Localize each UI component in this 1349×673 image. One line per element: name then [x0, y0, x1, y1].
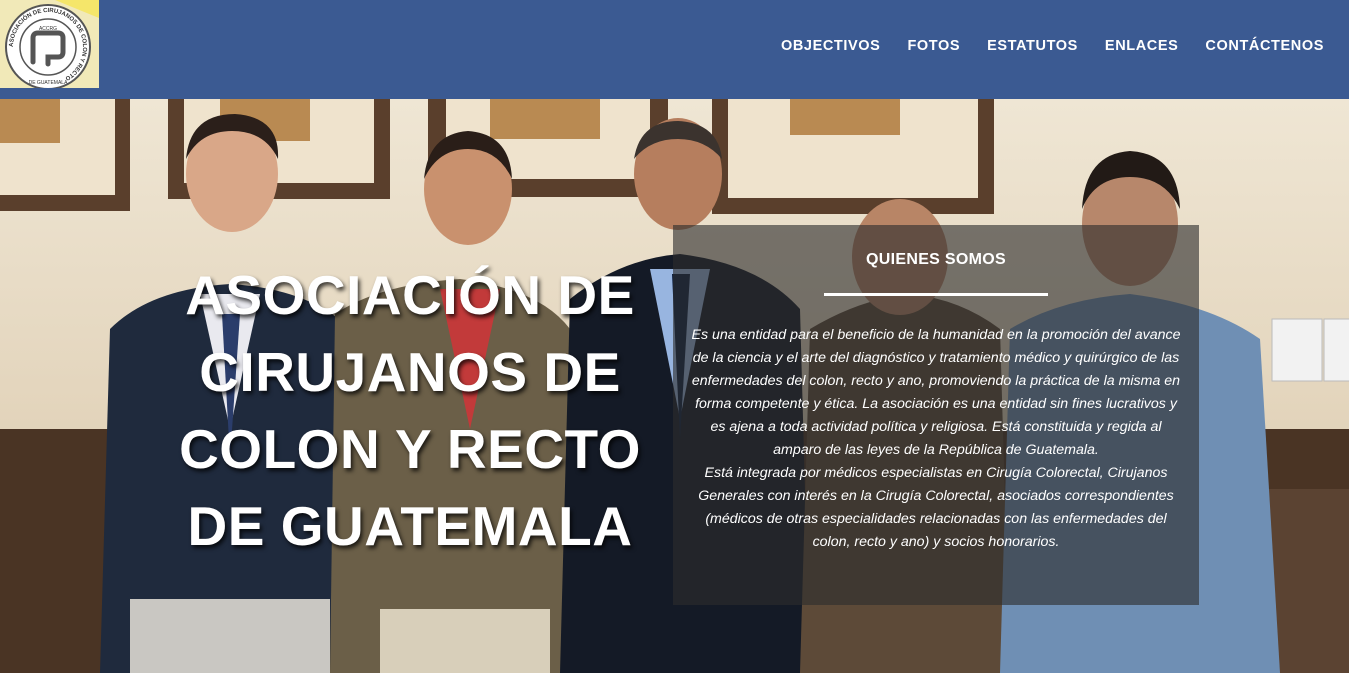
info-title: QUIENES SOMOS	[866, 251, 1006, 268]
hero-section: ASOCIACIÓN DE CIRUJANOS DE COLON Y RECTO…	[0, 99, 1349, 673]
hero-title-line: DE GUATEMALA	[187, 495, 633, 557]
nav-estatutos[interactable]: ESTATUTOS	[987, 38, 1078, 54]
nav-objectivos[interactable]: OBJECTIVOS	[781, 38, 880, 54]
nav-contactenos[interactable]: CONTÁCTENOS	[1205, 38, 1324, 54]
site-header: ASOCIACIÓN DE CIRUJANOS DE COLON Y RECTO…	[0, 0, 1349, 99]
info-paragraph: Es una entidad para el beneficio de la h…	[691, 327, 1181, 458]
hero-title: ASOCIACIÓN DE CIRUJANOS DE COLON Y RECTO…	[160, 257, 660, 565]
association-logo[interactable]: ASOCIACIÓN DE CIRUJANOS DE COLON Y RECTO…	[0, 0, 99, 88]
info-text: Es una entidad para el beneficio de la h…	[691, 324, 1181, 554]
main-nav: OBJECTIVOS FOTOS ESTATUTOS ENLACES CONTÁ…	[781, 38, 1324, 54]
quienes-somos-box: QUIENES SOMOS Es una entidad para el ben…	[673, 225, 1199, 605]
hero-title-line: COLON Y RECTO	[179, 418, 641, 480]
nav-enlaces[interactable]: ENLACES	[1105, 38, 1179, 54]
nav-fotos[interactable]: FOTOS	[907, 38, 960, 54]
title-divider	[824, 293, 1048, 296]
info-paragraph: Está integrada por médicos especialistas…	[698, 465, 1174, 550]
hero-title-line: ASOCIACIÓN DE	[185, 264, 635, 326]
hero-title-line: CIRUJANOS DE	[199, 341, 621, 403]
logo-bottom-text: DE GUATEMALA	[29, 80, 68, 86]
